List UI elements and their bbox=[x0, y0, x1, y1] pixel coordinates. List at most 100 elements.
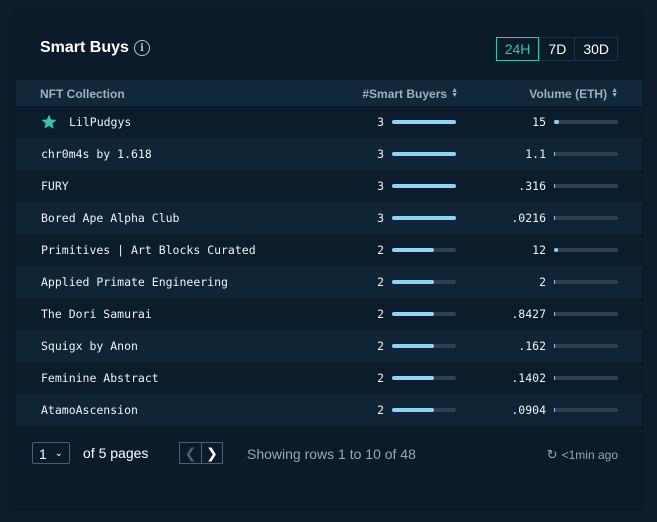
table-footer: 1 ⌄ of 5 pages ❮ ❯ Showing rows 1 to 10 o… bbox=[32, 442, 618, 466]
volume-bar-fill bbox=[554, 120, 560, 124]
buyers-bar bbox=[392, 216, 456, 220]
volume-bar bbox=[554, 184, 618, 188]
chevron-left-icon: ❮ bbox=[184, 444, 197, 461]
sort-icon[interactable]: ▲ ▼ bbox=[451, 87, 458, 99]
timeframe-toggle: 24H 7D 30D bbox=[495, 37, 618, 61]
star-icon bbox=[41, 114, 57, 129]
collection-name[interactable]: chr0m4s by 1.618 bbox=[41, 147, 152, 161]
volume-bar bbox=[554, 216, 618, 220]
buyers-bar bbox=[392, 312, 456, 316]
collection-name[interactable]: The Dori Samurai bbox=[41, 307, 152, 321]
table-row[interactable]: Bored Ape Alpha Club 3 .0216 bbox=[16, 202, 642, 234]
volume-bar bbox=[554, 280, 618, 284]
volume-bar-fill bbox=[554, 248, 558, 252]
volume-bar bbox=[554, 120, 618, 124]
sort-icon[interactable]: ▲ ▼ bbox=[611, 87, 618, 99]
buyers-bar-fill bbox=[392, 248, 435, 252]
column-header-buyers[interactable]: #Smart Buyers ▲ ▼ bbox=[362, 87, 458, 101]
volume-value: .162 bbox=[518, 339, 546, 353]
table-row[interactable]: Applied Primate Engineering 2 2 bbox=[16, 266, 642, 298]
volume-bar-fill bbox=[554, 152, 555, 156]
card-title: Smart Buys bbox=[40, 39, 129, 56]
volume-bar bbox=[554, 248, 618, 252]
buyers-bar bbox=[392, 152, 456, 156]
volume-bar bbox=[554, 152, 618, 156]
buyers-count: 2 bbox=[377, 307, 384, 321]
table-row[interactable]: Squigx by Anon 2 .162 bbox=[16, 330, 642, 362]
table-row[interactable]: Primitives | Art Blocks Curated 2 12 bbox=[16, 234, 642, 266]
tab-7d[interactable]: 7D bbox=[539, 38, 574, 60]
smart-buys-card: Smart Buys i 24H 7D 30D NFT Collection #… bbox=[16, 13, 642, 509]
table-row[interactable]: chr0m4s by 1.618 3 1.1 bbox=[16, 138, 642, 170]
buyers-bar bbox=[392, 344, 456, 348]
buyers-bar bbox=[392, 376, 456, 380]
buyers-bar-fill bbox=[392, 120, 456, 124]
collection-name[interactable]: AtamoAscension bbox=[41, 403, 138, 417]
buyers-bar-fill bbox=[392, 376, 435, 380]
table-row[interactable]: The Dori Samurai 2 .8427 bbox=[16, 298, 642, 330]
volume-value: .316 bbox=[518, 179, 546, 193]
last-updated-text: <1min ago bbox=[561, 448, 618, 462]
volume-bar bbox=[554, 312, 618, 316]
chevron-right-icon: ❯ bbox=[206, 444, 218, 461]
buyers-bar bbox=[392, 280, 456, 284]
volume-value: .0904 bbox=[511, 403, 546, 417]
buyers-bar-fill bbox=[392, 184, 456, 188]
collection-name[interactable]: LilPudgys bbox=[69, 115, 131, 129]
next-page-button[interactable]: ❯ bbox=[201, 442, 223, 464]
volume-bar bbox=[554, 376, 618, 380]
buyers-count: 3 bbox=[377, 179, 384, 193]
chevron-down-icon: ⌄ bbox=[54, 448, 63, 459]
buyers-count: 2 bbox=[377, 275, 384, 289]
volume-value: 1.1 bbox=[525, 147, 546, 161]
refresh-clock-icon: ↻ bbox=[546, 447, 558, 462]
buyers-bar-fill bbox=[392, 344, 435, 348]
buyers-count: 2 bbox=[377, 243, 384, 257]
collection-name[interactable]: Feminine Abstract bbox=[41, 371, 159, 385]
smart-buys-table: NFT Collection #Smart Buyers ▲ ▼ Volume (E… bbox=[16, 80, 642, 426]
column-header-buyers-label: #Smart Buyers bbox=[362, 87, 448, 101]
volume-bar-fill bbox=[554, 280, 555, 284]
buyers-count: 3 bbox=[377, 147, 384, 161]
volume-bar-fill bbox=[554, 408, 555, 412]
buyers-count: 2 bbox=[377, 403, 384, 417]
collection-name[interactable]: Squigx by Anon bbox=[41, 339, 138, 353]
buyers-bar bbox=[392, 120, 456, 124]
volume-value: .1402 bbox=[511, 371, 546, 385]
buyers-bar bbox=[392, 408, 456, 412]
buyers-count: 2 bbox=[377, 371, 384, 385]
volume-value: 12 bbox=[532, 243, 546, 257]
tab-30d[interactable]: 30D bbox=[574, 38, 617, 60]
column-header-collection: NFT Collection bbox=[40, 87, 125, 101]
volume-bar-fill bbox=[554, 344, 555, 348]
info-icon[interactable]: i bbox=[134, 40, 150, 56]
page-select-value: 1 bbox=[39, 446, 47, 462]
table-header: NFT Collection #Smart Buyers ▲ ▼ Volume (E… bbox=[16, 80, 642, 106]
buyers-bar-fill bbox=[392, 280, 435, 284]
table-body: LilPudgys 3 15 chr0m4s by 1.618 3 1.1 FURY 3 .31… bbox=[16, 106, 642, 426]
collection-name[interactable]: Applied Primate Engineering bbox=[41, 275, 228, 289]
card-header: Smart Buys i 24H 7D 30D bbox=[40, 37, 618, 61]
collection-name[interactable]: Primitives | Art Blocks Curated bbox=[41, 243, 256, 257]
table-row[interactable]: LilPudgys 3 15 bbox=[16, 106, 642, 138]
collection-name[interactable]: FURY bbox=[41, 179, 69, 193]
volume-bar-fill bbox=[554, 216, 555, 220]
volume-bar bbox=[554, 344, 618, 348]
table-row[interactable]: Feminine Abstract 2 .1402 bbox=[16, 362, 642, 394]
buyers-bar-fill bbox=[392, 216, 456, 220]
volume-bar bbox=[554, 408, 618, 412]
pagination: ❮ ❯ bbox=[179, 442, 223, 464]
collection-name[interactable]: Bored Ape Alpha Club bbox=[41, 211, 179, 225]
tab-24h[interactable]: 24H bbox=[495, 37, 540, 61]
volume-value: .8427 bbox=[511, 307, 546, 321]
volume-bar-fill bbox=[554, 312, 555, 316]
volume-bar-fill bbox=[554, 376, 555, 380]
page-select[interactable]: 1 ⌄ bbox=[32, 442, 70, 464]
table-row[interactable]: FURY 3 .316 bbox=[16, 170, 642, 202]
table-row[interactable]: AtamoAscension 2 .0904 bbox=[16, 394, 642, 426]
column-header-volume-label: Volume (ETH) bbox=[529, 87, 608, 101]
column-header-volume[interactable]: Volume (ETH) ▲ ▼ bbox=[529, 87, 618, 101]
buyers-count: 3 bbox=[377, 211, 384, 225]
prev-page-button[interactable]: ❮ bbox=[179, 442, 201, 464]
page-count: of 5 pages bbox=[83, 445, 149, 461]
